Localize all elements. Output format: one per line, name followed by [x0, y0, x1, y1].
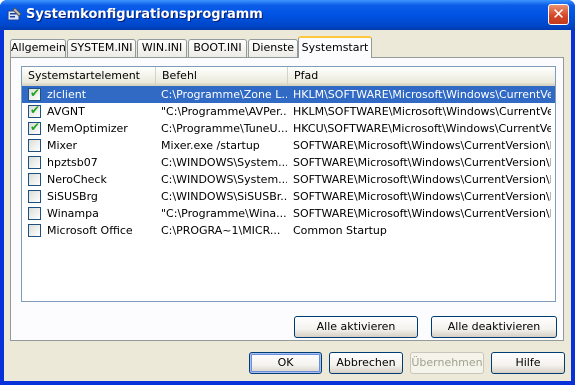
startup-list[interactable]: Systemstartelement Befehl Pfad ✔ zlclient… — [21, 66, 556, 302]
checkmark-icon: ✔ — [30, 86, 41, 100]
tab-panel-systemstart: Systemstartelement Befehl Pfad ✔ zlclient… — [10, 57, 564, 341]
enable-checkbox[interactable] — [28, 156, 41, 169]
checkmark-icon: ✔ — [30, 120, 41, 134]
ok-button[interactable]: OK — [249, 352, 322, 374]
startup-item-name: zlclient — [47, 88, 87, 101]
tab-boot-ini[interactable]: BOOT.INI — [188, 39, 247, 57]
startup-item-command: C:\WINDOWS\System... — [161, 156, 287, 169]
startup-item-path: SOFTWARE\Microsoft\Windows\CurrentVersio… — [293, 207, 551, 220]
startup-item-path: HKLM\SOFTWARE\Microsoft\Windows\CurrentV… — [293, 105, 551, 118]
enable-checkbox[interactable] — [28, 173, 41, 186]
table-row[interactable]: ✔ zlclient C:\Programme\Zone L... HKLM\SOFT… — [22, 86, 555, 103]
enable-checkbox[interactable] — [28, 207, 41, 220]
table-row[interactable]: ✔ MemOptimizer C:\Programme\TuneU... HKCU\S… — [22, 120, 555, 137]
enable-checkbox[interactable] — [28, 190, 41, 203]
dialog-window: Systemkonfigurationsprogramm ✕ Allgemein… — [0, 0, 575, 385]
enable-checkbox[interactable]: ✔ — [28, 120, 41, 135]
tab-allgemein[interactable]: Allgemein — [10, 39, 66, 57]
startup-item-path: SOFTWARE\Microsoft\Windows\CurrentVersio… — [293, 173, 551, 186]
startup-item-path: SOFTWARE\Microsoft\Windows\CurrentVersio… — [293, 156, 551, 169]
startup-item-command: C:\WINDOWS\System... — [161, 173, 287, 186]
startup-item-command: C:\WINDOWS\SiSUSBr... — [161, 190, 287, 203]
window-title: Systemkonfigurationsprogramm — [26, 7, 263, 22]
enable-checkbox[interactable] — [28, 224, 41, 237]
table-row[interactable]: hpztsb07 C:\WINDOWS\System... SOFTWARE\Mic… — [22, 154, 555, 171]
enable-checkbox[interactable]: ✔ — [28, 103, 41, 118]
startup-item-path: Common Startup — [293, 224, 387, 237]
tab-systemstart[interactable]: Systemstart — [298, 36, 372, 58]
column-header-command[interactable]: Befehl — [156, 67, 288, 85]
startup-item-path: SOFTWARE\Microsoft\Windows\CurrentVersio… — [293, 139, 551, 152]
table-row[interactable]: SiSUSBrg C:\WINDOWS\SiSUSBr... SOFTWARE\Mi… — [22, 188, 555, 205]
startup-item-path: HKCU\SOFTWARE\Microsoft\Windows\CurrentV… — [293, 122, 551, 135]
startup-item-command: "C:\Programme\AVPer... — [161, 105, 287, 118]
table-row[interactable]: Winampa "C:\Programme\Wina... SOFTWARE\Mic… — [22, 205, 555, 222]
help-button[interactable]: Hilfe — [491, 352, 565, 374]
table-row[interactable]: Microsoft Office C:\PROGRA~1\MICR... Commo… — [22, 222, 555, 239]
apply-button[interactable]: Übernehmen — [410, 352, 484, 374]
enable-checkbox[interactable]: ✔ — [28, 86, 41, 101]
checkmark-icon: ✔ — [30, 103, 41, 117]
startup-item-command: C:\PROGRA~1\MICR... — [161, 224, 281, 237]
startup-item-name: Microsoft Office — [47, 224, 133, 237]
startup-item-name: MemOptimizer — [47, 122, 128, 135]
cancel-button[interactable]: Abbrechen — [329, 352, 403, 374]
startup-item-name: Mixer — [47, 139, 78, 152]
startup-item-command: C:\Programme\Zone L... — [161, 88, 287, 101]
tab-dienste[interactable]: Dienste — [248, 39, 298, 57]
msconfig-icon — [7, 7, 22, 21]
close-button[interactable]: ✕ — [548, 4, 569, 25]
startup-item-command: "C:\Programme\Wina... — [161, 207, 287, 220]
enable-all-button[interactable]: Alle aktivieren — [294, 316, 418, 338]
enable-checkbox[interactable] — [28, 139, 41, 152]
disable-all-button[interactable]: Alle deaktivieren — [431, 316, 557, 338]
dialog-client-area: Allgemein SYSTEM.INI WIN.INI BOOT.INI Di… — [4, 30, 571, 381]
table-row[interactable]: Mixer Mixer.exe /startup SOFTWARE\Microsof… — [22, 137, 555, 154]
startup-item-command: Mixer.exe /startup — [161, 139, 260, 152]
table-row[interactable]: NeroCheck C:\WINDOWS\System... SOFTWARE\Mi… — [22, 171, 555, 188]
column-header-path[interactable]: Pfad — [288, 67, 555, 85]
list-header: Systemstartelement Befehl Pfad — [22, 67, 555, 86]
startup-item-name: NeroCheck — [47, 173, 107, 186]
startup-item-name: AVGNT — [47, 105, 85, 118]
startup-item-name: Winampa — [47, 207, 99, 220]
startup-item-name: SiSUSBrg — [47, 190, 98, 203]
table-row[interactable]: ✔ AVGNT "C:\Programme\AVPer... HKLM\SOFTWAR… — [22, 103, 555, 120]
tab-system-ini[interactable]: SYSTEM.INI — [67, 39, 136, 57]
title-bar[interactable]: Systemkonfigurationsprogramm ✕ — [0, 0, 575, 30]
startup-item-name: hpztsb07 — [47, 156, 98, 169]
startup-item-path: HKLM\SOFTWARE\Microsoft\Windows\CurrentV… — [293, 88, 551, 101]
startup-item-path: SOFTWARE\Microsoft\Windows\CurrentVersio… — [293, 190, 551, 203]
column-header-item[interactable]: Systemstartelement — [22, 67, 156, 85]
startup-item-command: C:\Programme\TuneU... — [161, 122, 287, 135]
tab-win-ini[interactable]: WIN.INI — [137, 39, 187, 57]
